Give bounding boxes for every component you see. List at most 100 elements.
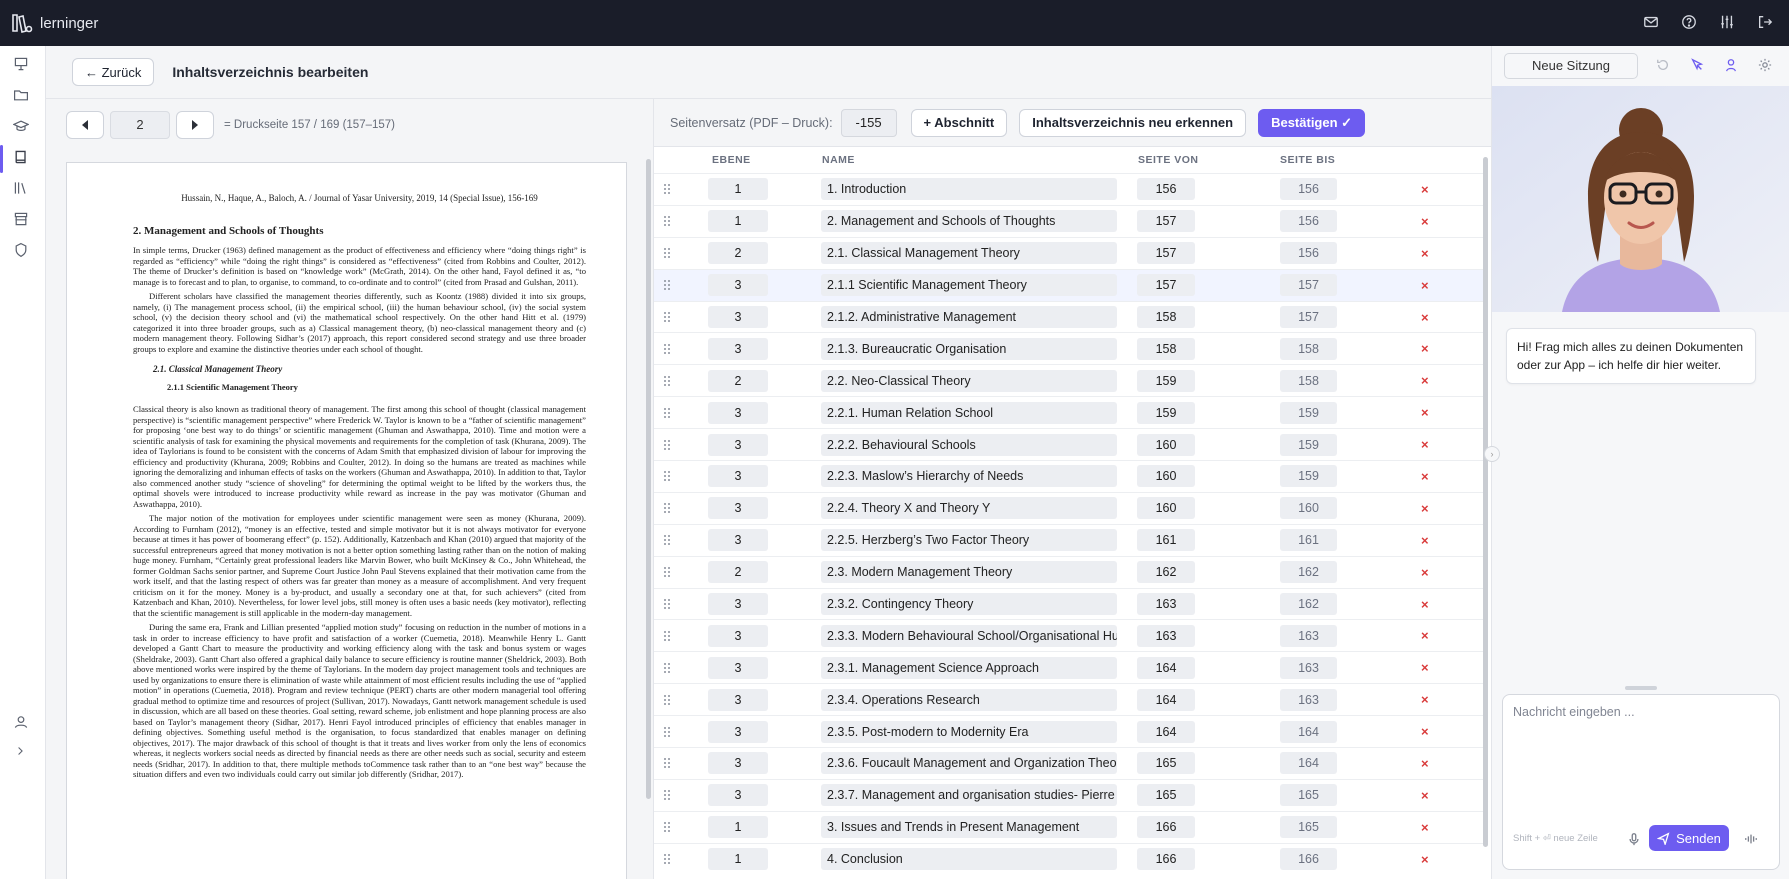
page-from-input[interactable]: 163 bbox=[1137, 593, 1195, 616]
undo-icon[interactable] bbox=[1656, 58, 1672, 74]
page-number-input[interactable]: 2 bbox=[110, 111, 170, 139]
drag-handle-icon[interactable] bbox=[662, 598, 672, 610]
page-to-input[interactable]: 156 bbox=[1280, 178, 1337, 201]
level-input[interactable]: 2 bbox=[708, 561, 768, 584]
delete-row-button[interactable]: × bbox=[1421, 373, 1429, 388]
level-input[interactable]: 3 bbox=[708, 497, 768, 520]
page-to-input[interactable]: 157 bbox=[1280, 306, 1337, 328]
drag-handle-icon[interactable] bbox=[662, 630, 672, 642]
delete-row-button[interactable]: × bbox=[1421, 501, 1429, 516]
level-input[interactable]: 3 bbox=[708, 306, 768, 328]
name-input[interactable]: 2.3.2. Contingency Theory bbox=[821, 593, 1117, 616]
level-input[interactable]: 3 bbox=[708, 433, 768, 456]
name-input[interactable]: 2.1.2. Administrative Management bbox=[821, 306, 1117, 328]
settings-icon[interactable] bbox=[1758, 58, 1774, 74]
page-to-input[interactable]: 158 bbox=[1280, 369, 1337, 392]
page-to-input[interactable]: 163 bbox=[1280, 688, 1337, 711]
delete-row-button[interactable]: × bbox=[1421, 628, 1429, 643]
drag-handle-icon[interactable] bbox=[662, 662, 672, 674]
delete-row-button[interactable]: × bbox=[1421, 341, 1429, 356]
delete-row-button[interactable]: × bbox=[1421, 597, 1429, 612]
page-to-input[interactable]: 156 bbox=[1280, 242, 1337, 265]
name-input[interactable]: 2. Management and Schools of Thoughts bbox=[821, 210, 1117, 233]
delete-row-button[interactable]: × bbox=[1421, 788, 1429, 803]
page-from-input[interactable]: 159 bbox=[1137, 401, 1195, 424]
confirm-button[interactable]: Bestätigen ✓ bbox=[1258, 108, 1366, 137]
new-session-button[interactable]: Neue Sitzung bbox=[1504, 53, 1638, 79]
message-composer[interactable]: Nachricht eingeben ... Shift + ⏎ neue Ze… bbox=[1502, 694, 1780, 870]
level-input[interactable]: 1 bbox=[708, 210, 768, 233]
name-input[interactable]: 2.3.1. Management Science Approach bbox=[821, 656, 1117, 679]
level-input[interactable]: 3 bbox=[708, 529, 768, 552]
drag-handle-icon[interactable] bbox=[662, 789, 672, 801]
name-input[interactable]: 2.1.1 Scientific Management Theory bbox=[821, 274, 1117, 297]
name-input[interactable]: 2.2.4. Theory X and Theory Y bbox=[821, 497, 1117, 520]
drag-handle-icon[interactable] bbox=[662, 470, 672, 482]
level-input[interactable]: 3 bbox=[708, 720, 768, 743]
pointer-icon[interactable] bbox=[1690, 58, 1706, 74]
page-to-input[interactable]: 159 bbox=[1280, 465, 1337, 488]
page-to-input[interactable]: 165 bbox=[1280, 816, 1337, 839]
page-to-input[interactable]: 162 bbox=[1280, 561, 1337, 584]
page-from-input[interactable]: 160 bbox=[1137, 433, 1195, 456]
library-icon[interactable] bbox=[13, 180, 33, 200]
name-input[interactable]: 2.3.5. Post-modern to Modernity Era bbox=[821, 720, 1117, 743]
delete-row-button[interactable]: × bbox=[1421, 852, 1429, 867]
brand[interactable]: lerninger bbox=[10, 12, 98, 34]
name-input[interactable]: 2.3.6. Foucault Management and Organizat… bbox=[821, 752, 1117, 775]
page-from-input[interactable]: 157 bbox=[1137, 242, 1195, 265]
drag-handle-icon[interactable] bbox=[662, 279, 672, 291]
drag-handle-icon[interactable] bbox=[662, 215, 672, 227]
page-from-input[interactable]: 160 bbox=[1137, 465, 1195, 488]
page-to-input[interactable]: 157 bbox=[1280, 274, 1337, 297]
archive-icon[interactable] bbox=[13, 211, 33, 231]
drag-handle-icon[interactable] bbox=[662, 407, 672, 419]
prev-page-button[interactable] bbox=[66, 111, 104, 139]
shield-icon[interactable] bbox=[13, 242, 33, 262]
level-input[interactable]: 1 bbox=[708, 848, 768, 871]
delete-row-button[interactable]: × bbox=[1421, 214, 1429, 229]
microphone-icon[interactable] bbox=[1622, 827, 1646, 851]
back-button[interactable]: ← Zurück bbox=[72, 58, 155, 86]
resize-handle[interactable] bbox=[1625, 686, 1657, 690]
page-to-input[interactable]: 159 bbox=[1280, 401, 1337, 424]
drag-handle-icon[interactable] bbox=[662, 183, 672, 195]
page-from-input[interactable]: 163 bbox=[1137, 624, 1195, 647]
level-input[interactable]: 3 bbox=[708, 401, 768, 424]
page-to-input[interactable]: 163 bbox=[1280, 656, 1337, 679]
delete-row-button[interactable]: × bbox=[1421, 405, 1429, 420]
page-from-input[interactable]: 158 bbox=[1137, 337, 1195, 360]
page-from-input[interactable]: 156 bbox=[1137, 178, 1195, 201]
level-input[interactable]: 1 bbox=[708, 178, 768, 201]
name-input[interactable]: 1. Introduction bbox=[821, 178, 1117, 201]
level-input[interactable]: 3 bbox=[708, 688, 768, 711]
delete-row-button[interactable]: × bbox=[1421, 660, 1429, 675]
chevron-right-icon[interactable] bbox=[13, 744, 33, 764]
drag-handle-icon[interactable] bbox=[662, 375, 672, 387]
name-input[interactable]: 2.3.3. Modern Behavioural School/Organis… bbox=[821, 624, 1117, 647]
page-from-input[interactable]: 161 bbox=[1137, 529, 1195, 552]
name-input[interactable]: 2.3.7. Management and organisation studi… bbox=[821, 784, 1117, 807]
page-to-input[interactable]: 159 bbox=[1280, 433, 1337, 456]
page-from-input[interactable]: 158 bbox=[1137, 306, 1195, 328]
delete-row-button[interactable]: × bbox=[1421, 278, 1429, 293]
delete-row-button[interactable]: × bbox=[1421, 692, 1429, 707]
name-input[interactable]: 3. Issues and Trends in Present Manageme… bbox=[821, 816, 1117, 839]
message-input[interactable]: Nachricht eingeben ... bbox=[1513, 705, 1635, 719]
delete-row-button[interactable]: × bbox=[1421, 533, 1429, 548]
level-input[interactable]: 3 bbox=[708, 274, 768, 297]
page-from-input[interactable]: 165 bbox=[1137, 752, 1195, 775]
level-input[interactable]: 2 bbox=[708, 369, 768, 392]
page-from-input[interactable]: 160 bbox=[1137, 497, 1195, 520]
delete-row-button[interactable]: × bbox=[1421, 437, 1429, 452]
delete-row-button[interactable]: × bbox=[1421, 310, 1429, 325]
redetect-toc-button[interactable]: Inhaltsverzeichnis neu erkennen bbox=[1019, 108, 1247, 137]
level-input[interactable]: 3 bbox=[708, 656, 768, 679]
audio-wave-icon[interactable] bbox=[1739, 827, 1763, 851]
user-icon[interactable] bbox=[13, 714, 33, 734]
toc-scrollbar[interactable] bbox=[1483, 157, 1488, 847]
drag-handle-icon[interactable] bbox=[662, 311, 672, 323]
offset-input[interactable]: -155 bbox=[840, 108, 897, 137]
level-input[interactable]: 3 bbox=[708, 593, 768, 616]
page-to-input[interactable]: 160 bbox=[1280, 497, 1337, 520]
